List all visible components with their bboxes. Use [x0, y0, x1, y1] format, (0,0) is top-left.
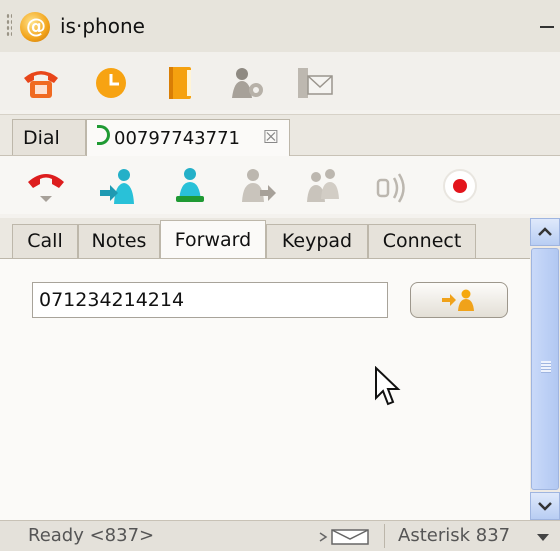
record-icon[interactable] — [440, 166, 480, 206]
tab-forward[interactable]: Forward — [160, 220, 266, 259]
close-icon[interactable]: ☒ — [263, 120, 279, 156]
tab-dial[interactable]: Dial — [12, 119, 86, 155]
fax-icon[interactable] — [296, 66, 334, 100]
forward-number-input[interactable] — [32, 282, 388, 318]
chevron-down-icon — [538, 502, 552, 511]
server-dropdown-icon[interactable] — [537, 534, 549, 541]
call-subtabs: Call Notes Forward Keypad Connect — [0, 218, 530, 259]
mouse-cursor-icon — [375, 366, 401, 406]
call-toolbar — [0, 156, 560, 214]
title-bar: is·phone — [0, 0, 560, 53]
scroll-thumb[interactable] — [531, 248, 559, 490]
voicemail-icon[interactable] — [318, 529, 370, 545]
tab-keypad[interactable]: Keypad — [266, 224, 368, 258]
group-icon[interactable] — [304, 166, 344, 206]
transfer-icon[interactable] — [98, 166, 138, 206]
tab-notes[interactable]: Notes — [78, 224, 160, 258]
mute-icon[interactable] — [372, 166, 412, 206]
status-divider — [384, 524, 385, 548]
server-label[interactable]: Asterisk 837 — [398, 525, 510, 546]
user-settings-icon[interactable] — [228, 66, 266, 100]
scroll-up-button[interactable] — [530, 218, 560, 246]
main-toolbar — [0, 52, 560, 110]
status-bar: Ready <837> Asterisk 837 — [0, 520, 560, 551]
hangup-icon[interactable] — [26, 166, 66, 206]
app-logo — [20, 12, 50, 42]
attended-transfer-icon[interactable] — [170, 166, 210, 206]
chevron-up-icon — [538, 227, 552, 236]
call-tabs: Dial 00797743771 ☒ — [0, 114, 560, 156]
vertical-scrollbar[interactable] — [530, 218, 560, 520]
status-text: Ready <837> — [28, 525, 155, 546]
tab-connect[interactable]: Connect — [368, 224, 476, 258]
call-active-icon — [97, 125, 110, 145]
tab-dial-label: Dial — [23, 127, 60, 149]
tab-active-call[interactable]: 00797743771 ☒ — [86, 119, 290, 156]
app-title: is·phone — [60, 14, 145, 38]
minimize-button[interactable] — [540, 26, 554, 28]
forward-call-button[interactable] — [410, 282, 508, 318]
conference-icon[interactable] — [238, 166, 278, 206]
forward-user-icon — [442, 289, 474, 311]
scroll-down-button[interactable] — [530, 492, 560, 520]
phone-icon[interactable] — [22, 66, 60, 100]
tab-call[interactable]: Call — [12, 224, 78, 258]
tab-call-label: 00797743771 — [114, 128, 240, 149]
address-book-icon[interactable] — [160, 66, 198, 100]
window-grip[interactable] — [6, 13, 12, 37]
clock-icon[interactable] — [92, 66, 130, 100]
thumb-grip — [541, 361, 551, 373]
